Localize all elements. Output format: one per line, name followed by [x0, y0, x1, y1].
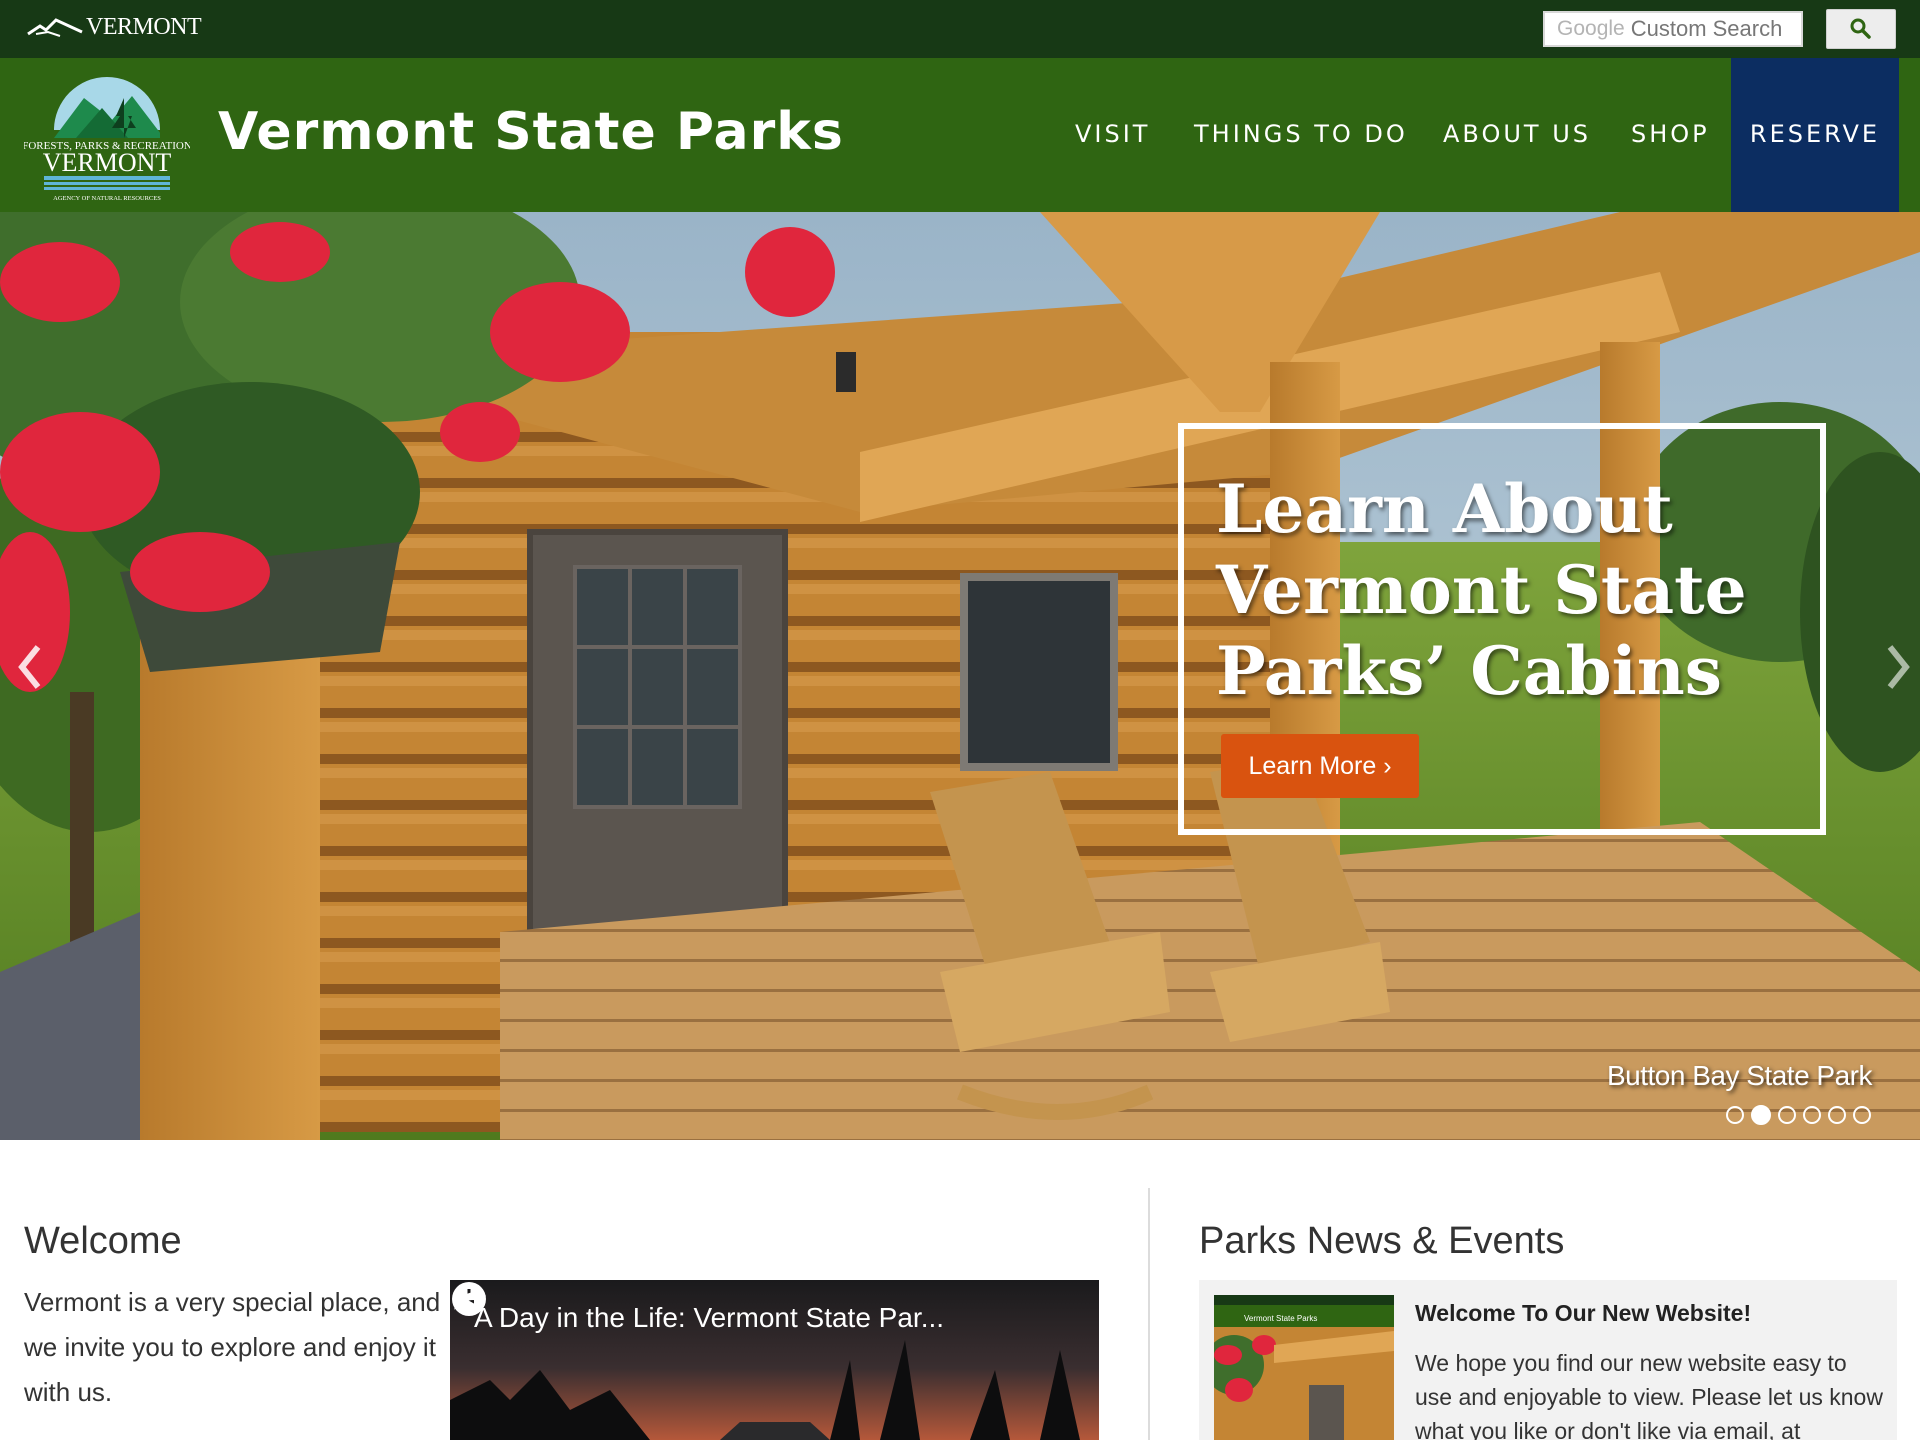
site-title[interactable]: Vermont State Parks — [218, 102, 844, 162]
carousel-next-arrow-icon[interactable] — [1878, 637, 1918, 697]
google-brand-text: Google — [1557, 17, 1625, 40]
carousel-dot-3[interactable] — [1778, 1106, 1796, 1124]
fpr-agency-logo[interactable]: FORESTS, PARKS & RECREATION VERMONT AGEN… — [24, 68, 190, 204]
search-input[interactable]: Google Custom Search — [1543, 11, 1803, 47]
logo-line-3: AGENCY OF NATURAL RESOURCES — [53, 195, 161, 202]
news-heading: Parks News & Events — [1199, 1220, 1565, 1262]
carousel-dots — [1726, 1105, 1871, 1125]
search-button[interactable] — [1826, 9, 1896, 49]
reserve-label: RESERVE — [1749, 120, 1881, 148]
video-player[interactable]: A Day in the Life: Vermont State Par... — [450, 1280, 1099, 1440]
nav-about-us[interactable]: ABOUT US — [1443, 120, 1591, 148]
share-icon[interactable] — [450, 1280, 488, 1314]
nav-things-to-do[interactable]: THINGS TO DO — [1194, 120, 1408, 148]
magnifier-icon — [1850, 18, 1871, 39]
learn-more-button[interactable]: Learn More › — [1221, 734, 1419, 798]
welcome-heading: Welcome — [24, 1220, 182, 1262]
carousel-dot-5[interactable] — [1828, 1106, 1846, 1124]
carousel-prev-arrow-icon[interactable] — [10, 637, 50, 697]
thumb-site-title: Vermont State Parks — [1244, 1314, 1317, 1323]
hero-carousel: Learn About Vermont State Parks’ Cabins … — [0, 212, 1920, 1140]
carousel-dot-1[interactable] — [1726, 1106, 1744, 1124]
news-thumbnail[interactable]: Vermont State Parks — [1214, 1295, 1394, 1440]
carousel-dot-6[interactable] — [1853, 1106, 1871, 1124]
news-item-text: We hope you find our new website easy to… — [1415, 1350, 1883, 1440]
mountain-icon — [27, 18, 83, 37]
hero-callout: Learn About Vermont State Parks’ Cabins … — [1178, 423, 1826, 835]
news-card[interactable]: Vermont State Parks Welcome To Our New W… — [1199, 1280, 1897, 1440]
nav-shop[interactable]: SHOP — [1631, 120, 1710, 148]
hero-caption: Button Bay State Park — [1607, 1060, 1873, 1091]
welcome-text: Vermont is a very special place, and we … — [24, 1287, 441, 1407]
vermont-logo-text: VERMONT — [86, 13, 202, 40]
video-title[interactable]: A Day in the Life: Vermont State Par... — [474, 1302, 944, 1334]
logo-line-2: VERMONT — [43, 148, 172, 177]
news-item-title[interactable]: Welcome To Our New Website! — [1415, 1300, 1751, 1327]
site-header: FORESTS, PARKS & RECREATION VERMONT AGEN… — [0, 58, 1920, 212]
column-divider — [1148, 1188, 1150, 1440]
reserve-button[interactable]: RESERVE — [1731, 58, 1899, 212]
search-placeholder: Custom Search — [1630, 16, 1783, 41]
nav-visit[interactable]: VISIT — [1075, 120, 1150, 148]
top-utility-bar: VERMONT Google Custom Search — [0, 0, 1920, 58]
hero-headline: Learn About Vermont State Parks’ Cabins — [1216, 470, 1747, 710]
carousel-dot-4[interactable] — [1803, 1106, 1821, 1124]
vermont-gov-logo[interactable]: VERMONT — [26, 12, 202, 42]
carousel-dot-2-active[interactable] — [1751, 1105, 1771, 1125]
